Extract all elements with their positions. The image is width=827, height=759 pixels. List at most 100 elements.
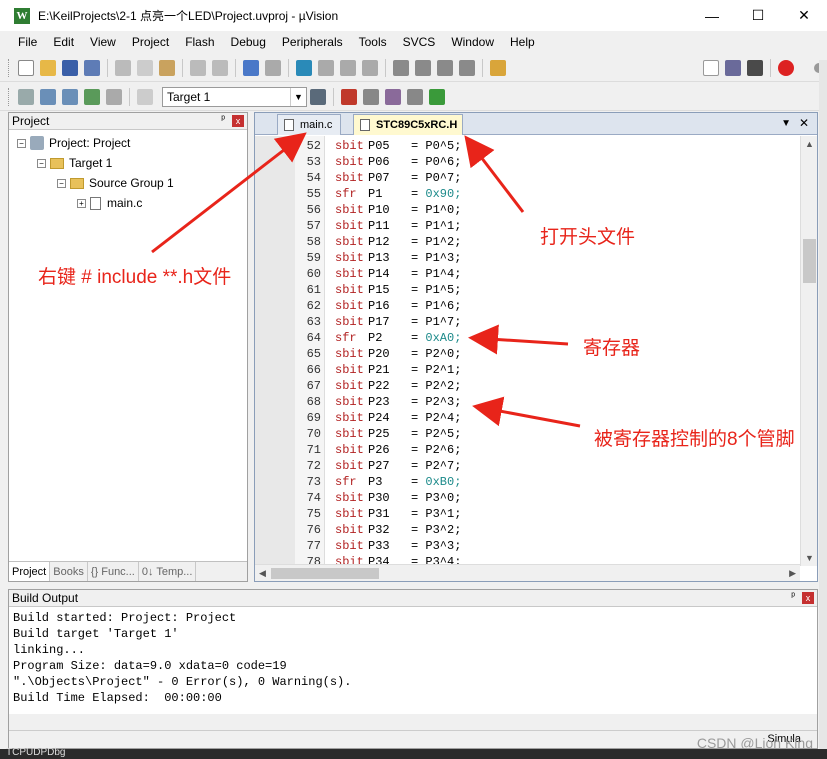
code-line[interactable]: 67 sbit P22 = P2^2; [255, 378, 800, 394]
menu-svcs[interactable]: SVCS [403, 35, 436, 49]
incremental-find-icon[interactable] [725, 59, 741, 76]
load-icon[interactable] [137, 88, 153, 105]
scroll-thumb[interactable] [803, 239, 816, 283]
new-file-icon[interactable] [18, 59, 34, 76]
pack-installer-icon[interactable] [429, 88, 445, 105]
collapse-icon[interactable]: − [37, 158, 46, 168]
maximize-button[interactable]: ☐ [735, 0, 781, 31]
code-line[interactable]: 73 sfr P3 = 0xB0; [255, 474, 800, 490]
code-line[interactable]: 53 sbit P06 = P0^6; [255, 154, 800, 170]
scroll-thumb[interactable] [271, 568, 379, 579]
build-icon[interactable] [40, 88, 56, 105]
save-all-icon[interactable] [84, 59, 100, 76]
bookmark-icon[interactable] [296, 59, 312, 76]
code-line[interactable]: 57 sbit P11 = P1^1; [255, 218, 800, 234]
tree-item-project[interactable]: − Project: Project [17, 134, 130, 152]
next-bookmark-icon[interactable] [340, 59, 356, 76]
close-icon[interactable]: ✕ [799, 116, 809, 130]
menu-peripherals[interactable]: Peripherals [282, 35, 343, 49]
close-icon[interactable]: x [802, 592, 814, 604]
clear-bookmarks-icon[interactable] [362, 59, 378, 76]
tab-list-chevron-icon[interactable]: ▼ [781, 118, 791, 129]
cut-icon[interactable] [115, 59, 131, 76]
find-dropdown-icon[interactable] [703, 59, 719, 76]
tab-main-c[interactable]: main.c [277, 114, 341, 135]
manage-project-items-icon[interactable] [341, 88, 357, 105]
code-line[interactable]: 54 sbit P07 = P0^7; [255, 170, 800, 186]
expand-icon[interactable]: + [77, 198, 86, 208]
menu-help[interactable]: Help [510, 35, 535, 49]
paste-icon[interactable] [159, 59, 175, 76]
close-icon[interactable]: x [232, 115, 244, 127]
tab-functions[interactable]: {} Func... [88, 562, 139, 581]
menu-window[interactable]: Window [451, 35, 494, 49]
code-line[interactable]: 56 sbit P10 = P1^0; [255, 202, 800, 218]
code-line[interactable]: 58 sbit P12 = P1^2; [255, 234, 800, 250]
menu-file[interactable]: File [18, 35, 37, 49]
code-line[interactable]: 74 sbit P30 = P3^0; [255, 490, 800, 506]
horizontal-scrollbar[interactable]: ◀ ▶ [255, 564, 800, 581]
pin-icon[interactable]: ᵖ [221, 114, 225, 125]
save-icon[interactable] [62, 59, 78, 76]
code-line[interactable]: 55 sfr P1 = 0x90; [255, 186, 800, 202]
code-line[interactable]: 66 sbit P21 = P2^1; [255, 362, 800, 378]
tree-item-source-group[interactable]: − Source Group 1 [57, 174, 174, 192]
menu-tools[interactable]: Tools [359, 35, 387, 49]
chevron-down-icon[interactable]: ▼ [290, 87, 306, 106]
vertical-scrollbar[interactable]: ▲ ▼ [800, 136, 817, 566]
menu-flash[interactable]: Flash [185, 35, 214, 49]
code-line[interactable]: 68 sbit P23 = P2^3; [255, 394, 800, 410]
chevron-down-icon[interactable] [800, 60, 808, 76]
pin-icon[interactable]: ᵖ [791, 591, 795, 602]
taskbar-item[interactable]: TCPUDPDbg [6, 747, 65, 758]
tab-project[interactable]: Project [9, 562, 51, 581]
debug-settings-icon[interactable] [747, 59, 763, 76]
code-line[interactable]: 62 sbit P16 = P1^6; [255, 298, 800, 314]
minimize-button[interactable]: — [689, 0, 735, 31]
code-line[interactable]: 61 sbit P15 = P1^5; [255, 282, 800, 298]
code-line[interactable]: 72 sbit P27 = P2^7; [255, 458, 800, 474]
scroll-up-icon[interactable]: ▲ [805, 139, 814, 149]
code-line[interactable]: 76 sbit P32 = P3^2; [255, 522, 800, 538]
menu-project[interactable]: Project [132, 35, 169, 49]
scroll-down-icon[interactable]: ▼ [805, 553, 814, 563]
copy-icon[interactable] [137, 59, 153, 76]
redo-icon[interactable] [212, 59, 228, 76]
toolbar-grip[interactable] [8, 87, 11, 106]
comment-icon[interactable] [437, 59, 453, 76]
select-packs-icon[interactable] [363, 88, 379, 105]
navigate-forward-icon[interactable] [265, 59, 281, 76]
collapse-icon[interactable]: − [17, 138, 26, 148]
undo-icon[interactable] [190, 59, 206, 76]
menu-debug[interactable]: Debug [231, 35, 266, 49]
scroll-left-icon[interactable]: ◀ [259, 568, 266, 579]
batch-build-icon[interactable] [84, 88, 100, 105]
toolbar-grip[interactable] [8, 58, 11, 77]
manage-rte-icon[interactable] [385, 88, 401, 105]
translate-icon[interactable] [18, 88, 34, 105]
uncomment-icon[interactable] [459, 59, 475, 76]
menu-view[interactable]: View [90, 35, 116, 49]
open-folder-icon[interactable] [40, 59, 56, 76]
tree-item-main-c[interactable]: + main.c [77, 194, 142, 212]
select-software-packs-icon[interactable] [407, 88, 423, 105]
code-line[interactable]: 64 sfr P2 = 0xA0; [255, 330, 800, 346]
code-line[interactable]: 52 sbit P05 = P0^5; [255, 138, 800, 154]
horizontal-scrollbar[interactable] [9, 714, 817, 730]
code-area[interactable]: 52 sbit P05 = P0^5; 53 sbit P06 = P0^6; 54 sbit P0… [255, 136, 800, 566]
target-options-icon[interactable] [310, 88, 326, 105]
tree-item-target[interactable]: − Target 1 [37, 154, 112, 172]
tab-templates[interactable]: 0↓ Temp... [139, 562, 197, 581]
prev-bookmark-icon[interactable] [318, 59, 334, 76]
start-debug-icon[interactable] [778, 59, 794, 76]
rebuild-icon[interactable] [62, 88, 78, 105]
code-line[interactable]: 63 sbit P17 = P1^7; [255, 314, 800, 330]
indent-icon[interactable] [393, 59, 409, 76]
find-in-files-icon[interactable] [490, 59, 506, 76]
scroll-right-icon[interactable]: ▶ [789, 568, 796, 579]
code-line[interactable]: 75 sbit P31 = P3^1; [255, 506, 800, 522]
close-button[interactable]: ✕ [781, 0, 827, 31]
tab-books[interactable]: Books [50, 562, 88, 581]
code-line[interactable]: 59 sbit P13 = P1^3; [255, 250, 800, 266]
navigate-back-icon[interactable] [243, 59, 259, 76]
